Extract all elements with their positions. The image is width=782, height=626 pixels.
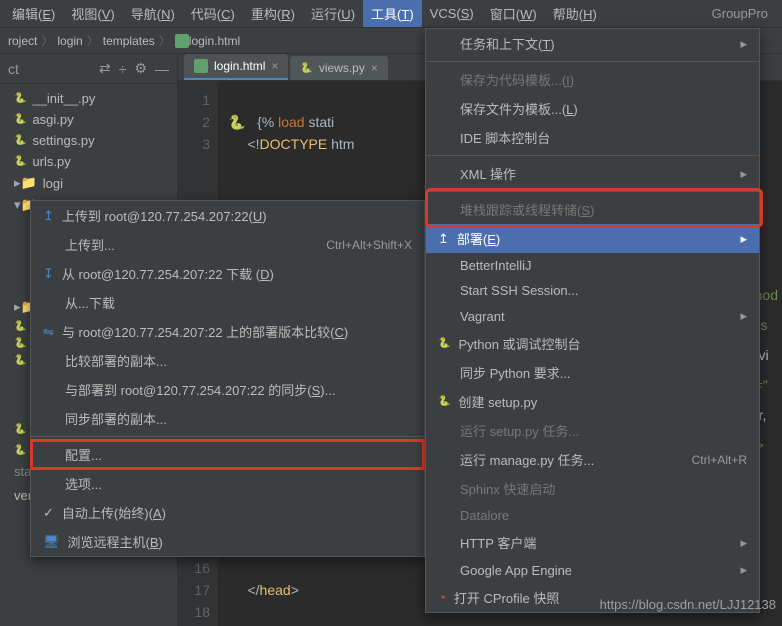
menu-upload-to[interactable]: 上传到...Ctrl+Alt+Shift+X (31, 230, 424, 259)
separator (426, 155, 759, 156)
menu-stacktrace[interactable]: 堆栈跟踪或线程转储(S) (426, 195, 759, 224)
menu-view[interactable]: 视图(V) (63, 0, 122, 27)
project-name-fragment: GroupPro (712, 6, 778, 21)
html-icon (194, 59, 208, 73)
menu-help[interactable]: 帮助(H) (545, 0, 605, 27)
watermark: https://blog.csdn.net/LJJ12138 (600, 597, 776, 612)
python-icon: 🐍 (14, 156, 26, 167)
tab-login-html[interactable]: login.html × (184, 54, 288, 80)
diff-icon: ⇋ (43, 324, 54, 340)
tree-file[interactable]: 🐍__init__.py (0, 88, 177, 109)
folder-icon: ▸📁 (14, 175, 37, 191)
separator (31, 436, 424, 437)
close-icon[interactable]: × (371, 61, 378, 75)
menu-compare-copies[interactable]: 比较部署的副本... (31, 346, 424, 375)
host-icon: 🖥 (43, 534, 60, 550)
minimize-icon[interactable]: — (155, 61, 169, 77)
menu-options[interactable]: 选项... (31, 469, 424, 498)
python-icon: 🐍 (14, 424, 26, 435)
menu-python-console[interactable]: 🐍Python 或调试控制台 (426, 329, 759, 358)
menubar: 编辑(E) 视图(V) 导航(N) 代码(C) 重构(R) 运行(U) 工具(T… (0, 0, 782, 28)
python-icon: 🐍 (14, 135, 26, 146)
tree-folder[interactable]: ▸📁logi (0, 172, 177, 194)
collapse-icon[interactable]: ⇄ (99, 60, 111, 77)
python-icon: 🐍 (438, 338, 450, 349)
tools-dropdown: 任务和上下文(T)▸ 保存为代码模板...(I) 保存文件为模板...(L) I… (425, 28, 760, 613)
menu-sphinx[interactable]: Sphinx 快速启动 (426, 474, 759, 503)
menu-tools[interactable]: 工具(T) (363, 0, 422, 27)
menu-save-code-template[interactable]: 保存为代码模板...(I) (426, 65, 759, 94)
menu-datalore[interactable]: Datalore (426, 503, 759, 528)
download-icon: ↧ (43, 266, 54, 282)
tree-file[interactable]: 🐍urls.py (0, 151, 177, 172)
profile-icon: ◔ (438, 590, 446, 605)
divide-icon[interactable]: ÷ (119, 61, 127, 77)
menu-sync-deployed[interactable]: 与部署到 root@120.77.254.207:22 的同步(S)... (31, 375, 424, 404)
check-icon: ✓ (43, 505, 54, 521)
deploy-icon: ↥ (438, 231, 449, 247)
upload-icon: ↥ (43, 208, 54, 224)
gear-icon[interactable]: ⚙ (134, 60, 147, 77)
menu-upload-to-host[interactable]: ↥上传到 root@120.77.254.207:22(U) (31, 201, 424, 230)
menu-betterintellij[interactable]: BetterIntelliJ (426, 253, 759, 278)
menu-browse-remote[interactable]: 🖥浏览远程主机(B) (31, 527, 424, 556)
python-icon: 🐍 (14, 321, 26, 332)
menu-run-setup[interactable]: 运行 setup.py 任务... (426, 416, 759, 445)
menu-deployment[interactable]: ↥部署(E)▸ (426, 224, 759, 253)
crumb[interactable]: roject (8, 34, 37, 48)
python-icon: 🐍 (14, 445, 26, 456)
python-icon: 🐍 (300, 63, 312, 74)
html-icon (175, 34, 189, 48)
python-icon: 🐍 (438, 396, 450, 407)
tab-label: views.py (319, 61, 365, 75)
tab-views-py[interactable]: 🐍 views.py × (290, 56, 387, 80)
menu-download-from[interactable]: 从...下载 (31, 288, 424, 317)
menu-vcs[interactable]: VCS(S) (422, 2, 482, 25)
crumb[interactable]: templates (103, 34, 155, 48)
python-icon: 🐍 (14, 93, 26, 104)
menu-refactor[interactable]: 重构(R) (243, 0, 303, 27)
python-icon: 🐍 (14, 355, 26, 366)
sidebar-toolbar: ct ⇄ ÷ ⚙ — (0, 54, 177, 84)
menu-xml-actions[interactable]: XML 操作▸ (426, 159, 759, 188)
menu-edit[interactable]: 编辑(E) (4, 0, 63, 27)
python-icon: 🐍 (14, 338, 26, 349)
menu-sync-copies[interactable]: 同步部署的副本... (31, 404, 424, 433)
menu-sync-requirements[interactable]: 同步 Python 要求... (426, 358, 759, 387)
sidebar-label: ct (8, 61, 19, 77)
menu-ide-script-console[interactable]: IDE 脚本控制台 (426, 123, 759, 152)
tree-file[interactable]: 🐍settings.py (0, 130, 177, 151)
menu-code[interactable]: 代码(C) (183, 0, 243, 27)
close-icon[interactable]: × (271, 59, 278, 73)
crumb[interactable]: login.html (189, 34, 240, 48)
menu-create-setup[interactable]: 🐍创建 setup.py (426, 387, 759, 416)
separator (426, 61, 759, 62)
tab-label: login.html (214, 59, 265, 73)
menu-navigate[interactable]: 导航(N) (123, 0, 183, 27)
tree-file[interactable]: 🐍asgi.py (0, 109, 177, 130)
menu-gae[interactable]: Google App Engine▸ (426, 557, 759, 583)
menu-save-file-template[interactable]: 保存文件为模板...(L) (426, 94, 759, 123)
menu-run-manage[interactable]: 运行 manage.py 任务...Ctrl+Alt+R (426, 445, 759, 474)
menu-compare-deployed[interactable]: ⇋与 root@120.77.254.207:22 上的部署版本比较(C) (31, 317, 424, 346)
menu-start-ssh[interactable]: Start SSH Session... (426, 278, 759, 303)
menu-download-from-host[interactable]: ↧从 root@120.77.254.207:22 下载 (D) (31, 259, 424, 288)
deployment-submenu: ↥上传到 root@120.77.254.207:22(U) 上传到...Ctr… (30, 200, 425, 557)
menu-configure[interactable]: 配置... (31, 440, 424, 469)
crumb[interactable]: login (57, 34, 82, 48)
menu-run[interactable]: 运行(U) (303, 0, 363, 27)
separator (426, 191, 759, 192)
python-icon: 🐍 (14, 114, 26, 125)
menu-vagrant[interactable]: Vagrant▸ (426, 303, 759, 329)
menu-window[interactable]: 窗口(W) (482, 0, 545, 27)
menu-http-client[interactable]: HTTP 客户端▸ (426, 528, 759, 557)
menu-auto-upload[interactable]: ✓自动上传(始终)(A) (31, 498, 424, 527)
menu-tasks-context[interactable]: 任务和上下文(T)▸ (426, 29, 759, 58)
